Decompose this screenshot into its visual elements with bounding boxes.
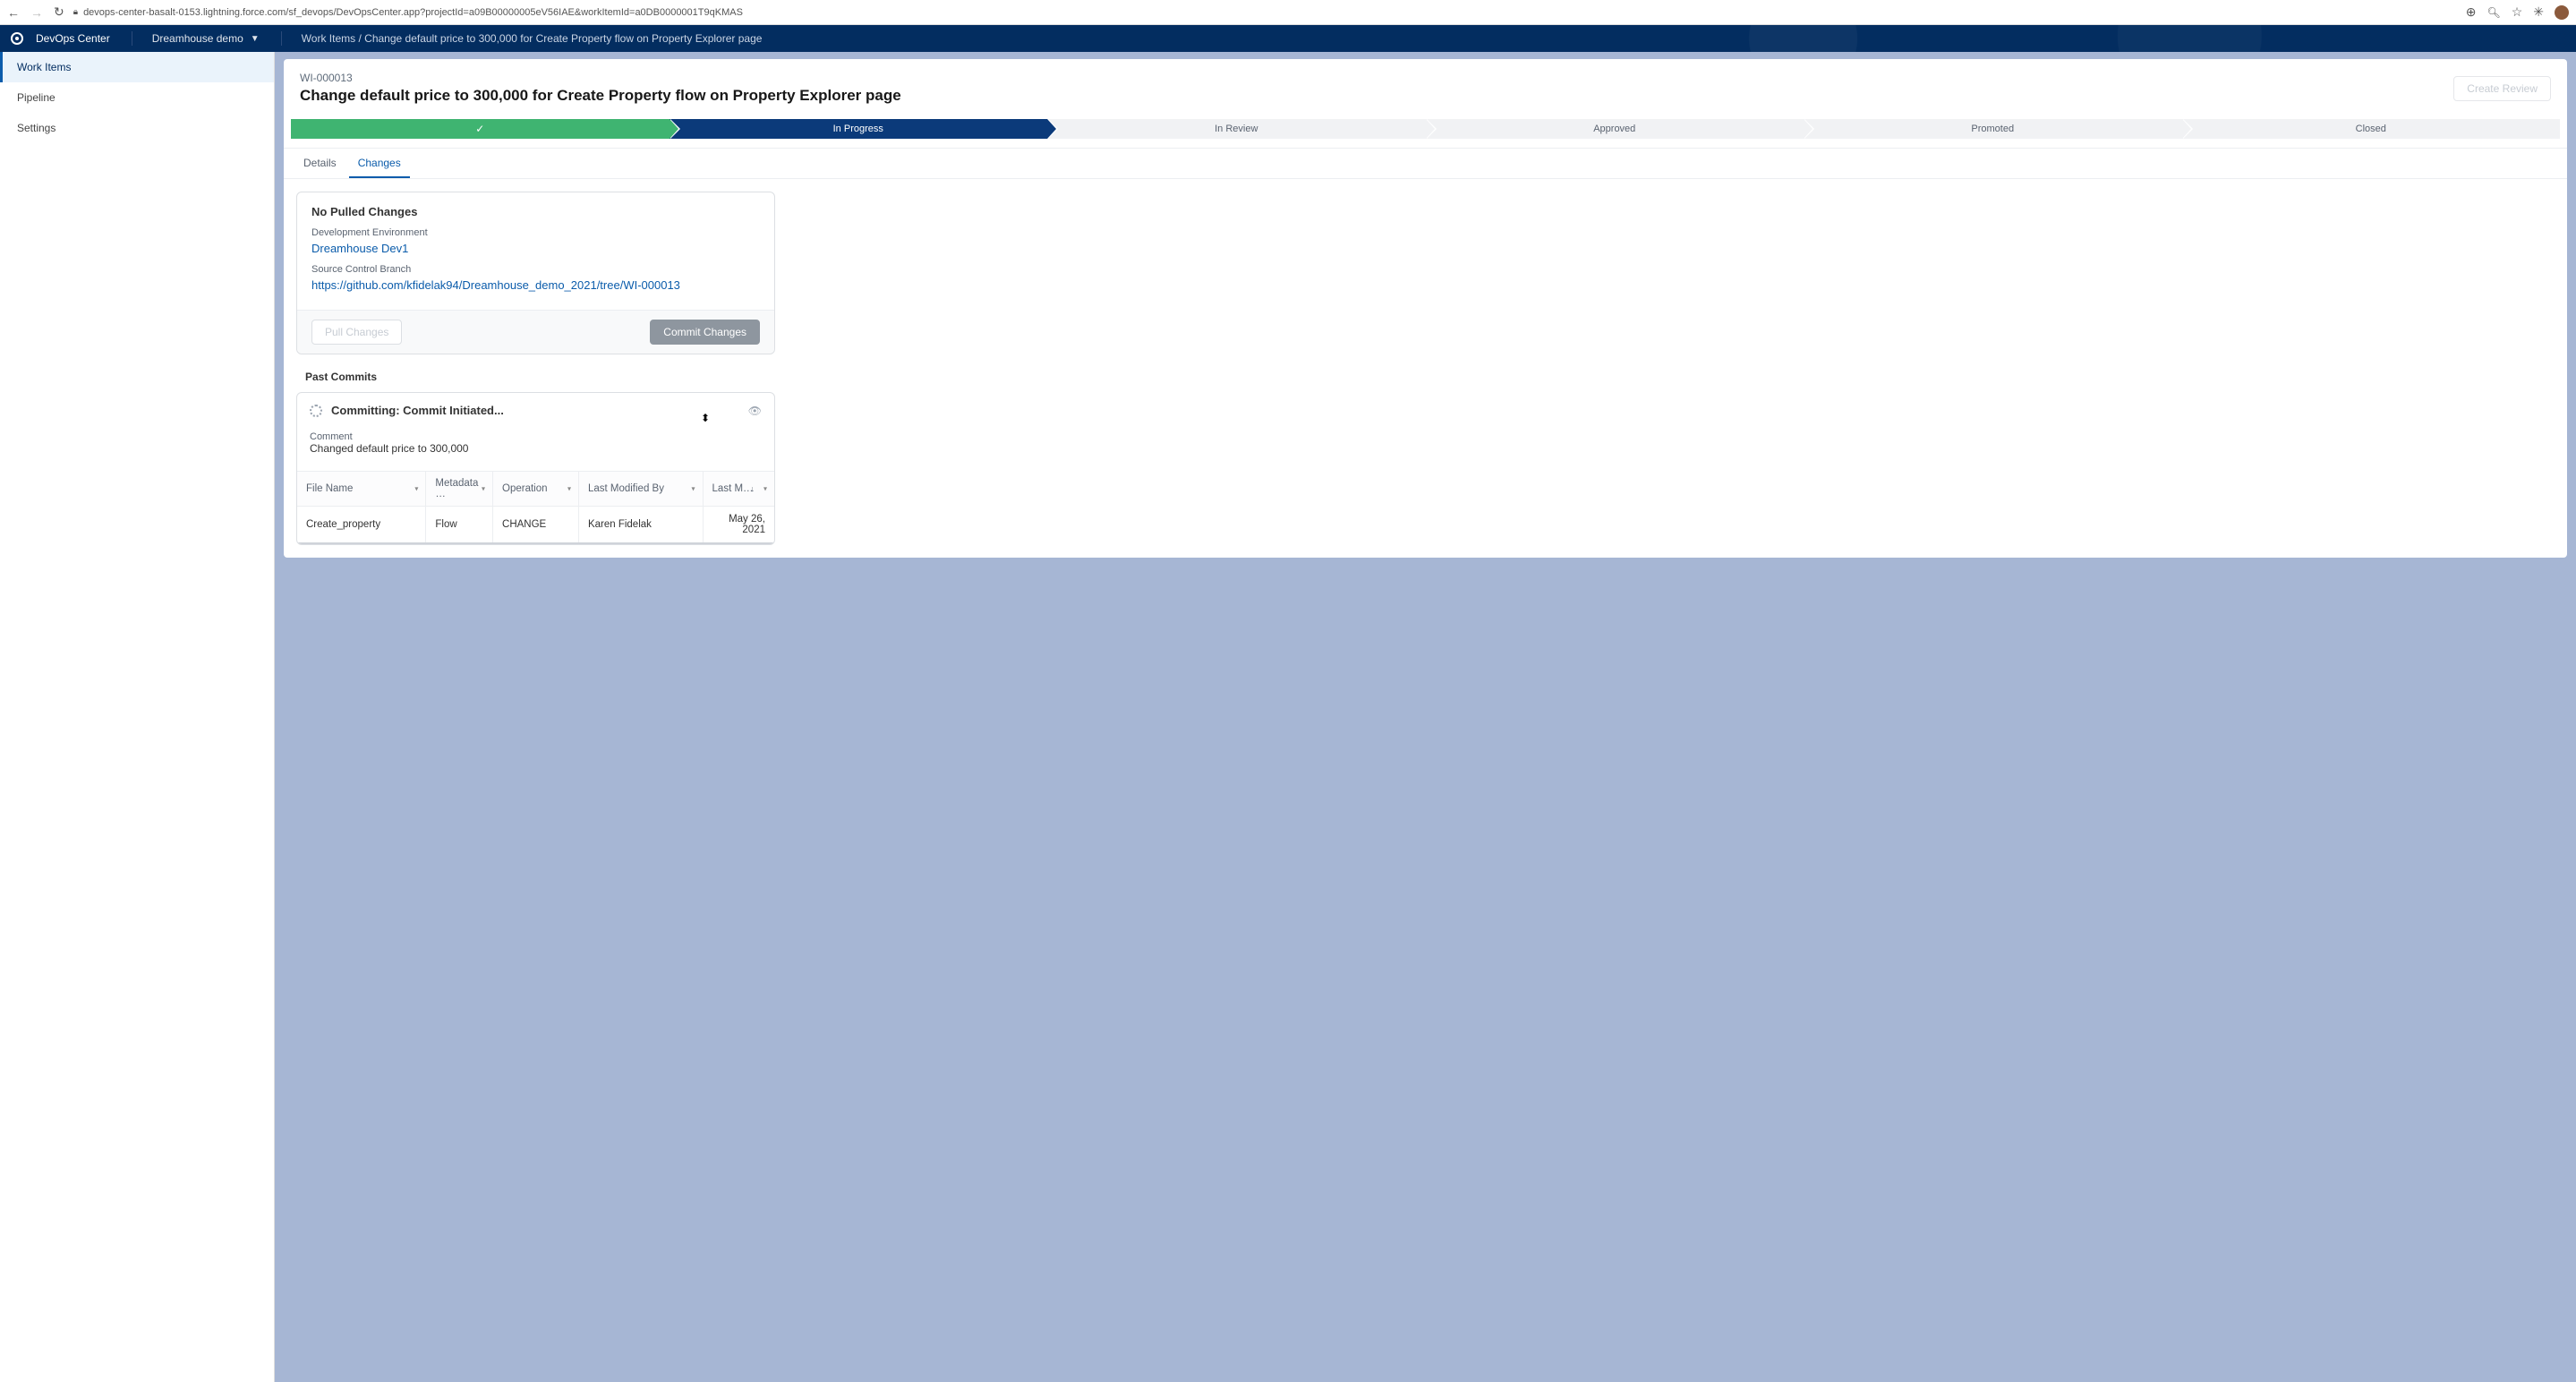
commit-card: Committing: Commit Initiated... 👁︎ Comme… [296,392,775,545]
tab-body: No Pulled Changes Development Environmen… [284,179,2567,558]
bookmark-icon[interactable]: ☆ [2512,4,2523,20]
commit-changes-button[interactable]: Commit Changes [650,320,760,345]
forward-icon[interactable]: → [30,5,43,20]
step-label: In Review [1215,124,1258,134]
sidebar-item-settings[interactable]: Settings [0,113,274,143]
create-review-button[interactable]: Create Review [2453,76,2551,101]
url-bar[interactable]: 🔒︎ devops-center-basalt-0153.lightning.f… [73,7,2457,18]
page-title: Change default price to 300,000 for Crea… [300,87,901,105]
breadcrumb: Work Items / Change default price to 300… [302,32,763,45]
tab-label: Changes [358,157,401,169]
step-label: In Progress [833,124,883,134]
files-table: File Name▾ Metadata …▾ Operation▾ Last M… [297,471,774,544]
pull-changes-button[interactable]: Pull Changes [311,320,402,345]
zoom-icon[interactable]: 🔍︎ [2486,6,2500,19]
sidebar-item-pipeline[interactable]: Pipeline [0,82,274,113]
breadcrumb-root[interactable]: Work Items [302,32,355,45]
chevron-down-icon: ▾ [567,485,571,493]
app-bar: DevOps Center Dreamhouse demo ▼ Work Ite… [0,25,2576,52]
work-item-id: WI-000013 [300,72,901,84]
project-selector[interactable]: Dreamhouse demo ▼ [152,32,260,45]
step-approved[interactable]: Approved [1426,119,1804,139]
sidebar-item-label: Settings [17,122,55,134]
cell-date: May 26, 2021 [703,507,774,544]
chevron-down-icon: ▾ [692,485,695,493]
commit-status: Committing: Commit Initiated... [331,404,504,417]
cell-file: Create_property [297,507,426,544]
app-shell: Work Items Pipeline Settings WI-000013 C… [0,52,2576,1382]
tabs-card: Details Changes No Pulled Changes Develo… [284,148,2567,558]
pulled-title: No Pulled Changes [311,205,760,218]
col-op[interactable]: Operation▾ [493,472,579,507]
step-in-progress[interactable]: In Progress [670,119,1048,139]
extensions-icon[interactable]: ✳ [2533,4,2544,20]
install-icon[interactable]: ⊕ [2466,4,2477,20]
eye-icon[interactable]: 👁︎ [748,405,762,417]
step-closed[interactable]: Closed [2182,119,2561,139]
tab-changes[interactable]: Changes [349,149,410,178]
table-row[interactable]: Create_property Flow CHANGE Karen Fidela… [297,507,774,544]
step-label: Approved [1593,124,1635,134]
check-icon: ✓ [475,123,484,135]
breadcrumb-current: Change default price to 300,000 for Crea… [364,32,762,45]
page-header: WI-000013 Change default price to 300,00… [284,59,2567,119]
comment-text: Changed default price to 300,000 [310,442,762,455]
pulled-changes-card: No Pulled Changes Development Environmen… [296,192,775,354]
col-by[interactable]: Last Modified By▾ [578,472,703,507]
sidebar-item-label: Pipeline [17,91,55,104]
content: WI-000013 Change default price to 300,00… [275,52,2576,1382]
comment-label: Comment [310,431,762,442]
sidebar: Work Items Pipeline Settings [0,52,275,1382]
cell-meta: Flow [426,507,493,544]
tab-label: Details [303,157,337,169]
col-file[interactable]: File Name▾ [297,472,426,507]
back-icon[interactable]: ← [7,5,20,20]
chevron-down-icon: ▼ [251,34,260,44]
project-name: Dreamhouse demo [152,32,243,45]
chevron-down-icon: ▾ [414,485,418,493]
sidebar-item-work-items[interactable]: Work Items [0,52,274,82]
sidebar-item-label: Work Items [17,61,71,73]
col-date[interactable]: Last M…↓▾ [703,472,774,507]
branch-label: Source Control Branch [311,264,760,275]
step-in-review[interactable]: In Review [1047,119,1426,139]
progress-path: ✓ In Progress In Review Approved Promote… [284,119,2567,148]
browser-bar: ← → ↻ 🔒︎ devops-center-basalt-0153.light… [0,0,2576,25]
cell-by: Karen Fidelak [578,507,703,544]
step-promoted[interactable]: Promoted [1804,119,2182,139]
app-logo-icon [11,32,23,45]
breadcrumb-sep: / [358,32,361,45]
step-label: Promoted [1971,124,2014,134]
tabs: Details Changes [284,149,2567,179]
env-label: Development Environment [311,227,760,238]
sort-down-icon: ↓ [751,484,755,493]
app-name: DevOps Center [36,32,110,45]
chevron-down-icon: ▾ [482,485,485,493]
browser-nav: ← → ↻ [7,4,64,20]
reload-icon[interactable]: ↻ [54,4,64,20]
env-link[interactable]: Dreamhouse Dev1 [311,242,408,255]
cell-op: CHANGE [493,507,579,544]
branch-link[interactable]: https://github.com/kfidelak94/Dreamhouse… [311,278,680,292]
step-done[interactable]: ✓ [291,119,670,139]
step-label: Closed [2356,124,2386,134]
spinner-icon [310,405,322,417]
chevron-down-icon: ▾ [763,485,767,493]
browser-actions: ⊕ 🔍︎ ☆ ✳ [2466,4,2569,20]
lock-icon: 🔒︎ [73,7,78,17]
profile-avatar[interactable] [2555,5,2569,20]
col-meta[interactable]: Metadata …▾ [426,472,493,507]
tab-details[interactable]: Details [294,149,345,178]
url-text: devops-center-basalt-0153.lightning.forc… [83,7,743,18]
past-commits-heading: Past Commits [305,371,2555,383]
